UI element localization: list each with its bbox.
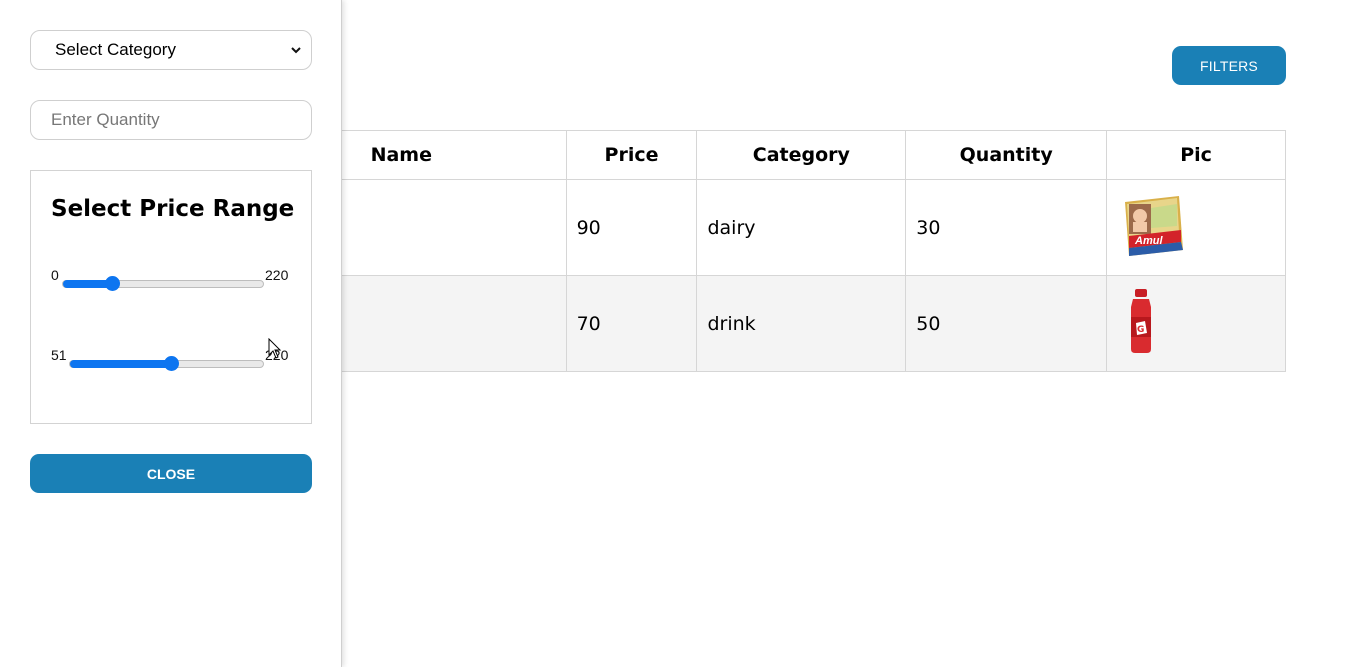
sports-drink-bottle-image: G: [1131, 289, 1152, 353]
category-select[interactable]: Select Category: [30, 30, 312, 70]
products-table: Name Price Category Quantity Pic 90 dair…: [236, 130, 1286, 372]
max-price-slider[interactable]: [69, 356, 264, 371]
max-slider-low-label: 51: [51, 347, 67, 363]
cell-quantity: 50: [905, 275, 1108, 372]
min-slider-low-label: 0: [51, 267, 59, 283]
table-row: 90 dairy 30 Amul: [236, 179, 1286, 276]
max-price-slider-fill: [70, 360, 171, 368]
column-header-pic: Pic: [1106, 130, 1286, 180]
table-row: 70 drink 50 G: [236, 275, 1286, 372]
column-header-quantity: Quantity: [905, 130, 1108, 180]
mouse-pointer-icon: [268, 338, 282, 359]
price-range-panel: Select Price Range 0 220 51 220: [30, 170, 312, 424]
table-header-row: Name Price Category Quantity Pic: [236, 130, 1286, 180]
cell-price: 90: [565, 179, 698, 276]
min-price-slider-thumb[interactable]: [105, 276, 120, 291]
chevron-down-icon: [291, 47, 301, 54]
min-price-slider[interactable]: [62, 276, 264, 291]
column-header-price: Price: [565, 130, 698, 180]
cell-quantity: 30: [905, 179, 1108, 276]
price-range-title: Select Price Range: [51, 196, 295, 222]
cell-category: drink: [696, 275, 907, 372]
cheese-pack-image: Amul: [1125, 196, 1184, 256]
cell-price: 70: [565, 275, 698, 372]
cell-pic: Amul: [1106, 179, 1286, 276]
close-button[interactable]: CLOSE: [30, 454, 312, 493]
filter-sidebar: Select Category Select Price Range 0 220…: [0, 0, 342, 667]
max-price-slider-thumb[interactable]: [164, 356, 179, 371]
column-header-category: Category: [696, 130, 907, 180]
quantity-input[interactable]: [30, 100, 312, 140]
cell-pic: G: [1106, 275, 1286, 372]
svg-text:G: G: [1137, 325, 1144, 335]
cell-category: dairy: [696, 179, 907, 276]
category-select-value: Select Category: [55, 40, 176, 59]
filters-button[interactable]: FILTERS: [1172, 46, 1286, 85]
min-slider-high-label: 220: [265, 267, 289, 283]
